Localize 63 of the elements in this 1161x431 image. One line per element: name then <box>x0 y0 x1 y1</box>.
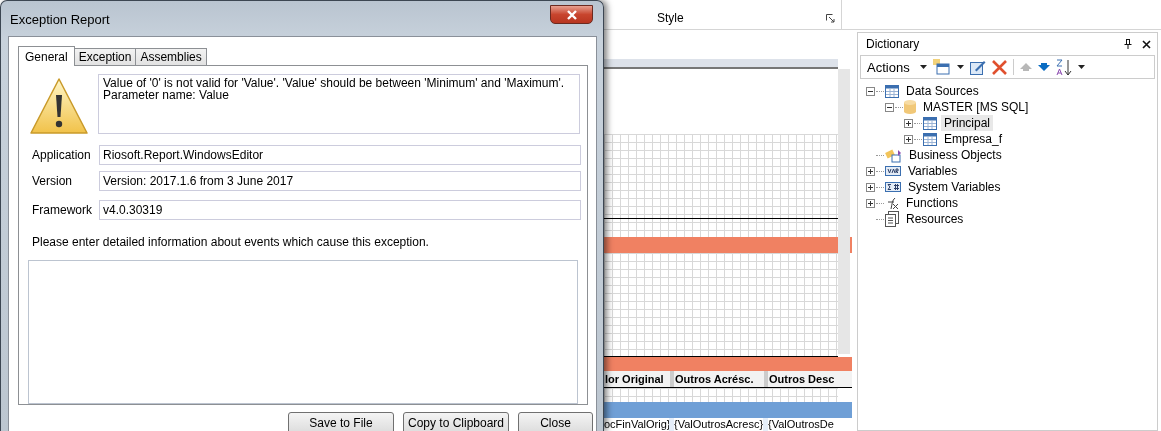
tree-item[interactable]: Resources <box>903 211 967 227</box>
ribbon-group-label: Style <box>657 11 684 25</box>
delete-icon[interactable] <box>991 59 1007 75</box>
dialog-button[interactable]: Copy to Clipboard <box>403 412 509 431</box>
document-icon <box>885 211 899 227</box>
scrollbar[interactable] <box>838 69 850 354</box>
window-title: Exception Report <box>10 12 110 27</box>
edit-icon[interactable] <box>969 59 986 75</box>
expander-icon[interactable] <box>866 182 875 192</box>
expander-icon[interactable] <box>885 102 894 112</box>
new-table-icon[interactable] <box>932 59 951 75</box>
tree-item[interactable]: Empresa_f <box>941 131 1006 147</box>
expander-icon[interactable] <box>904 118 913 128</box>
business-objects-icon <box>885 147 902 163</box>
data-field: {ValOutrosAcresc} <box>674 418 768 431</box>
dropdown-arrow-icon[interactable] <box>956 65 964 69</box>
panel-title: Dictionary <box>866 37 920 51</box>
move-down-icon[interactable] <box>1037 63 1050 71</box>
tree-item[interactable]: Business Objects <box>906 147 1005 163</box>
tree-item[interactable]: Data Sources <box>903 83 982 99</box>
dropdown-arrow-icon[interactable] <box>919 65 927 69</box>
dialog-launcher-icon[interactable] <box>826 14 835 23</box>
tree-item[interactable]: Variables <box>905 163 961 179</box>
input-field[interactable]: Version: 2017.1.6 from 3 June 2017 <box>99 171 581 191</box>
actions-button[interactable]: Actions <box>867 59 910 75</box>
column-header: Outros Desc <box>768 371 852 387</box>
expander-icon[interactable] <box>866 198 875 208</box>
dialog-button[interactable]: Close <box>518 412 593 431</box>
field-label: Framework <box>32 203 93 217</box>
expander-icon[interactable] <box>866 166 875 176</box>
table-icon <box>885 84 899 98</box>
field-label: Application <box>32 148 92 162</box>
sort-icon[interactable] <box>1055 58 1072 76</box>
details-field[interactable] <box>28 260 578 404</box>
database-icon <box>904 100 916 114</box>
table-icon <box>923 132 937 146</box>
close-icon <box>565 9 578 20</box>
column-header: lor Original <box>604 371 674 387</box>
tree-item[interactable]: System Variables <box>905 179 1004 195</box>
instruction-text: Please enter detailed information about events which cause this exception. <box>32 235 430 249</box>
column-header: Outros Acrésc. <box>674 371 768 387</box>
dialog-button[interactable]: Save to File <box>288 412 394 431</box>
input-field[interactable]: v4.0.30319 <box>99 200 581 220</box>
tab[interactable]: Exception <box>73 48 137 65</box>
tree-item[interactable]: MASTER [MS SQL] <box>920 99 1032 115</box>
tab[interactable]: Assemblies <box>135 48 207 65</box>
close-button[interactable] <box>550 5 593 24</box>
tree-item[interactable]: Principal <box>941 115 994 131</box>
expander-icon[interactable] <box>866 86 875 96</box>
close-icon[interactable] <box>1142 39 1151 49</box>
warning-icon <box>29 77 89 135</box>
tree-item[interactable]: Functions <box>903 195 962 211</box>
input-field[interactable]: Riosoft.Report.WindowsEditor <box>99 145 581 165</box>
tab[interactable]: General <box>18 46 75 66</box>
variables-icon <box>885 166 901 176</box>
table-icon <box>923 116 937 130</box>
function-icon <box>885 196 899 210</box>
expander-icon[interactable] <box>904 134 913 144</box>
system-variables-icon <box>885 182 901 192</box>
dropdown-arrow-icon[interactable] <box>1077 65 1085 69</box>
field-label: Version <box>32 174 74 188</box>
error-message: Value of '0' is not valid for 'Value'. 'Value' should be between 'Minimum' and 'Maximum'. Parameter name: Value <box>98 74 580 134</box>
pin-icon[interactable] <box>1124 39 1132 49</box>
